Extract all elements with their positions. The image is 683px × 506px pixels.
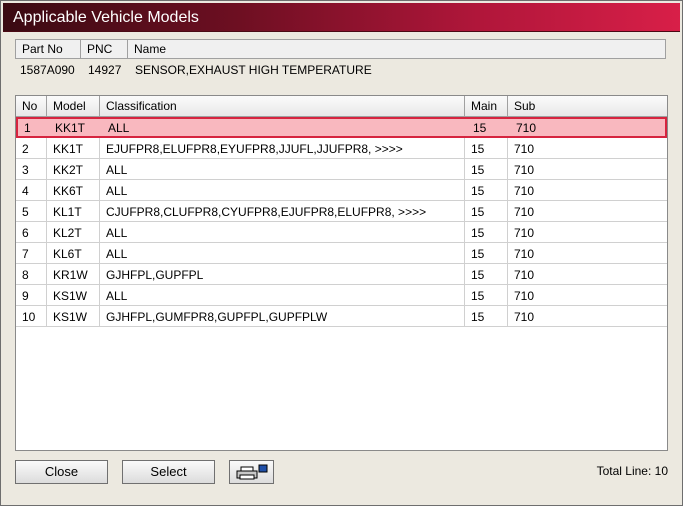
col-no-header[interactable]: No [16,96,47,116]
cell-main: 15 [465,306,508,326]
cell-sub: 710 [514,226,535,240]
table-row[interactable]: 6 KL2T ALL 15 710 [16,222,667,243]
pnc-value: 14927 [88,63,122,77]
cell-sub: 710 [514,184,535,198]
cell-main: 15 [465,243,508,263]
cell-classification: ALL [100,285,465,305]
cell-model: KL1T [47,201,100,221]
cell-classification: ALL [100,159,465,179]
print-button[interactable] [229,460,274,484]
cell-classification: GJHFPL,GUMFPR8,GUPFPL,GUPFPLW [100,306,465,326]
cell-sub: 710 [514,247,535,261]
cell-classification: ALL [100,243,465,263]
table-row[interactable]: 9 KS1W ALL 15 710 [16,285,667,306]
close-button[interactable]: Close [15,460,108,484]
cell-model: KL6T [47,243,100,263]
pnc-header: PNC [81,40,128,58]
cell-main: 15 [465,138,508,158]
table-row[interactable]: 2 KK1T EJUFPR8,ELUFPR8,EYUFPR8,JJUFL,JJUFP… [16,138,667,159]
cell-model: KK1T [47,138,100,158]
cell-no: 9 [16,285,47,305]
cell-no: 7 [16,243,47,263]
cell-sub: 710 [516,121,537,135]
table-row[interactable]: 8 KR1W GJHFPL,GUPFPL 15 710 [16,264,667,285]
cell-sub: 710 [514,268,535,282]
cell-no: 10 [16,306,47,326]
cell-sub: 710 [514,310,535,324]
title-bar[interactable]: Applicable Vehicle Models [3,3,680,32]
col-classification-header[interactable]: Classification [100,96,465,116]
cell-sub: 710 [514,205,535,219]
cell-no: 2 [16,138,47,158]
cell-no: 8 [16,264,47,284]
window-title: Applicable Vehicle Models [13,9,199,26]
col-main-header[interactable]: Main [465,96,508,116]
cell-model: KS1W [47,306,100,326]
col-model-header[interactable]: Model [47,96,100,116]
table-row[interactable]: 1 KK1T ALL 15 710 [16,117,667,138]
table-row[interactable]: 3 KK2T ALL 15 710 [16,159,667,180]
part-info-panel: Part No PNC Name 1587A090 14927 SENSOR,E… [15,39,666,87]
cell-classification: GJHFPL,GUPFPL [100,264,465,284]
name-value: SENSOR,EXHAUST HIGH TEMPERATURE [135,63,372,77]
cell-model: KK6T [47,180,100,200]
table-header: No Model Classification Main Sub [16,96,667,117]
vehicle-models-table[interactable]: No Model Classification Main Sub 1 KK1T AL… [15,95,668,451]
cell-main: 15 [465,201,508,221]
part-no-value: 1587A090 [20,63,75,77]
cell-main: 15 [465,159,508,179]
table-row[interactable]: 7 KL6T ALL 15 710 [16,243,667,264]
cell-model: KS1W [47,285,100,305]
cell-main: 15 [465,222,508,242]
cell-model: KK1T [55,121,86,135]
cell-classification: ALL [100,180,465,200]
part-info-header: Part No PNC Name [15,39,666,59]
part-no-header: Part No [16,40,81,58]
cell-model: KL2T [47,222,100,242]
table-row[interactable]: 4 KK6T ALL 15 710 [16,180,667,201]
cell-model: KR1W [47,264,100,284]
cell-main: 15 [473,121,487,135]
cell-classification: ALL [100,222,465,242]
cell-classification: CJUFPR8,CLUFPR8,CYUFPR8,EJUFPR8,ELUFPR8,… [100,201,465,221]
cell-main: 15 [465,264,508,284]
total-line: Total Line: 10 [596,464,668,478]
cell-main: 15 [465,180,508,200]
cell-model: KK2T [47,159,100,179]
col-sub-header[interactable]: Sub [508,96,667,116]
cell-no: 4 [16,180,47,200]
cell-sub: 710 [514,142,535,156]
cell-sub: 710 [514,289,535,303]
cell-classification: EJUFPR8,ELUFPR8,EYUFPR8,JJUFL,JJUFPR8, >… [100,138,465,158]
cell-sub: 710 [514,163,535,177]
printer-icon [236,464,267,480]
dialog-window: Applicable Vehicle Models Part No PNC Na… [0,0,683,506]
cell-no: 3 [16,159,47,179]
cell-no: 1 [24,121,31,135]
name-header: Name [134,42,167,56]
cell-no: 5 [16,201,47,221]
table-row[interactable]: 5 KL1T CJUFPR8,CLUFPR8,CYUFPR8,EJUFPR8,ELU… [16,201,667,222]
cell-main: 15 [465,285,508,305]
table-row[interactable]: 10 KS1W GJHFPL,GUMFPR8,GUPFPL,GUPFPLW 15 710 [16,306,667,327]
select-button[interactable]: Select [122,460,215,484]
cell-no: 6 [16,222,47,242]
cell-classification: ALL [108,121,130,135]
